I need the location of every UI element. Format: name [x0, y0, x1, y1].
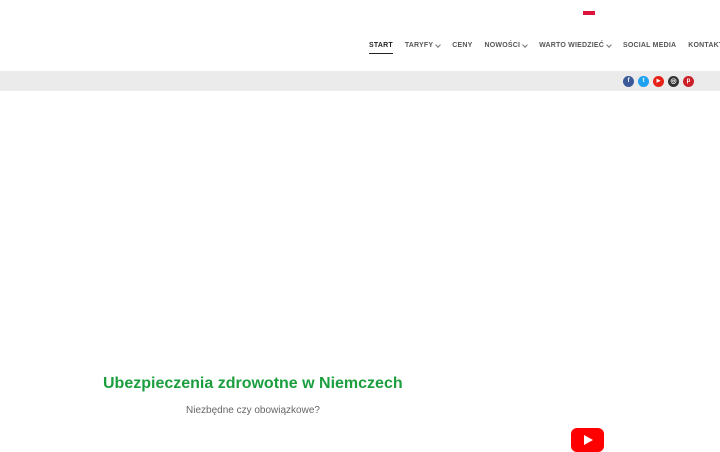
hero-title: Ubezpieczenia zdrowotne w Niemczech: [103, 375, 403, 392]
nav-item-start[interactable]: START: [369, 41, 393, 54]
social-icons: f t ▶ ◎ p: [623, 76, 694, 87]
nav-item-warto-wiedziec[interactable]: WARTO WIEDZIEĆ: [539, 41, 612, 51]
instagram-icon[interactable]: ◎: [668, 76, 679, 87]
youtube-glyph: ▶: [656, 78, 661, 84]
youtube-icon[interactable]: ▶: [653, 76, 664, 87]
nav-item-kontakt[interactable]: KONTAKT: [688, 41, 720, 51]
site-header: START TARYFY CENY NOWOŚCI WARTO WIEDZIEĆ…: [0, 0, 720, 71]
pinterest-glyph: p: [686, 78, 691, 84]
facebook-glyph: f: [627, 78, 630, 84]
nav-item-nowosci[interactable]: NOWOŚCI: [484, 41, 528, 51]
hero-subtitle: Niezbędne czy obowiązkowe?: [186, 405, 320, 416]
chevron-down-icon: [606, 42, 612, 48]
facebook-icon[interactable]: f: [623, 76, 634, 87]
nav-item-label: SOCIAL MEDIA: [623, 42, 677, 49]
nav-item-taryfy[interactable]: TARYFY: [404, 41, 442, 51]
nav-item-label: TARYFY: [404, 42, 434, 49]
nav-item-label: CENY: [452, 42, 473, 49]
twitter-icon[interactable]: t: [638, 76, 649, 87]
social-bar: f t ▶ ◎ p: [0, 71, 720, 91]
main-navigation: START TARYFY CENY NOWOŚCI WARTO WIEDZIEĆ…: [369, 41, 720, 54]
nav-item-label: START: [369, 42, 393, 49]
play-icon: [584, 435, 593, 445]
nav-item-label: KONTAKT: [688, 42, 720, 49]
nav-item-label: NOWOŚCI: [484, 42, 521, 49]
chevron-down-icon: [522, 42, 528, 48]
nav-item-label: WARTO WIEDZIEĆ: [539, 42, 605, 49]
polish-flag-icon[interactable]: [583, 9, 595, 15]
pinterest-icon[interactable]: p: [683, 76, 694, 87]
youtube-play-icon[interactable]: [571, 428, 604, 452]
nav-item-ceny[interactable]: CENY: [452, 41, 472, 51]
twitter-glyph: t: [642, 78, 645, 84]
chevron-down-icon: [435, 42, 442, 48]
nav-item-social-media[interactable]: SOCIAL MEDIA: [623, 41, 676, 51]
instagram-glyph: ◎: [670, 78, 677, 85]
